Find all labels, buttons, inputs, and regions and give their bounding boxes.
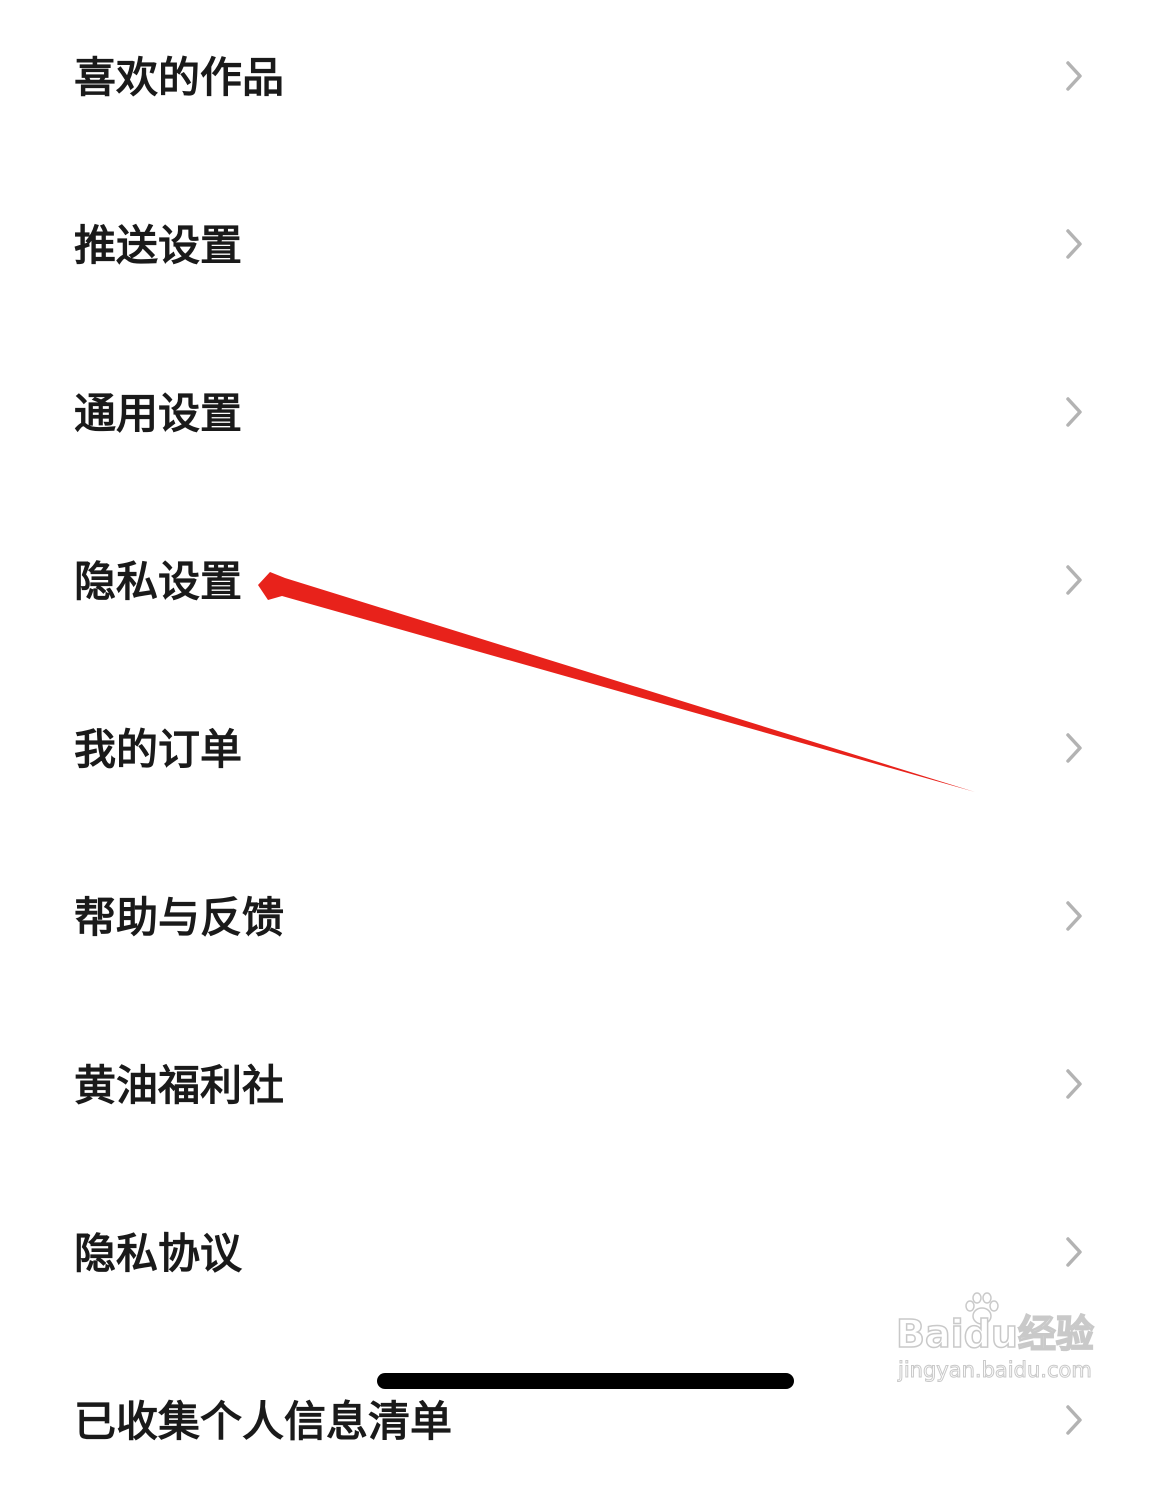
settings-list: 喜欢的作品 推送设置 通用设置 隐私设置 我的订单 帮助与反馈 黄油福利社 隐私… [0, 0, 1170, 1446]
chevron-right-icon [1062, 1064, 1086, 1104]
chevron-right-icon [1062, 896, 1086, 936]
chevron-right-icon [1062, 224, 1086, 264]
settings-item-my-orders[interactable]: 我的订单 [0, 672, 1170, 840]
chevron-right-icon [1062, 392, 1086, 432]
settings-item-privacy-policy[interactable]: 隐私协议 [0, 1176, 1170, 1344]
chevron-right-icon [1062, 728, 1086, 768]
settings-item-label: 帮助与反馈 [74, 893, 285, 942]
settings-item-label: 隐私设置 [74, 557, 243, 606]
settings-item-butter-welfare[interactable]: 黄油福利社 [0, 1008, 1170, 1176]
settings-item-label: 通用设置 [74, 389, 243, 438]
settings-item-push-settings[interactable]: 推送设置 [0, 168, 1170, 336]
settings-item-general-settings[interactable]: 通用设置 [0, 336, 1170, 504]
settings-item-liked-works[interactable]: 喜欢的作品 [0, 0, 1170, 168]
settings-item-help-feedback[interactable]: 帮助与反馈 [0, 840, 1170, 1008]
chevron-right-icon [1062, 1232, 1086, 1272]
chevron-right-icon [1062, 56, 1086, 96]
settings-item-label: 已收集个人信息清单 [74, 1397, 453, 1446]
settings-item-personal-info-list[interactable]: 已收集个人信息清单 [0, 1344, 1170, 1512]
settings-item-label: 隐私协议 [74, 1229, 243, 1278]
settings-item-privacy-settings[interactable]: 隐私设置 [0, 504, 1170, 672]
chevron-right-icon [1062, 560, 1086, 600]
chevron-right-icon [1062, 1400, 1086, 1440]
settings-item-label: 黄油福利社 [74, 1061, 285, 1110]
settings-item-label: 喜欢的作品 [74, 53, 285, 102]
settings-item-label: 我的订单 [74, 725, 243, 774]
home-indicator [377, 1373, 794, 1389]
settings-item-label: 推送设置 [74, 221, 243, 270]
